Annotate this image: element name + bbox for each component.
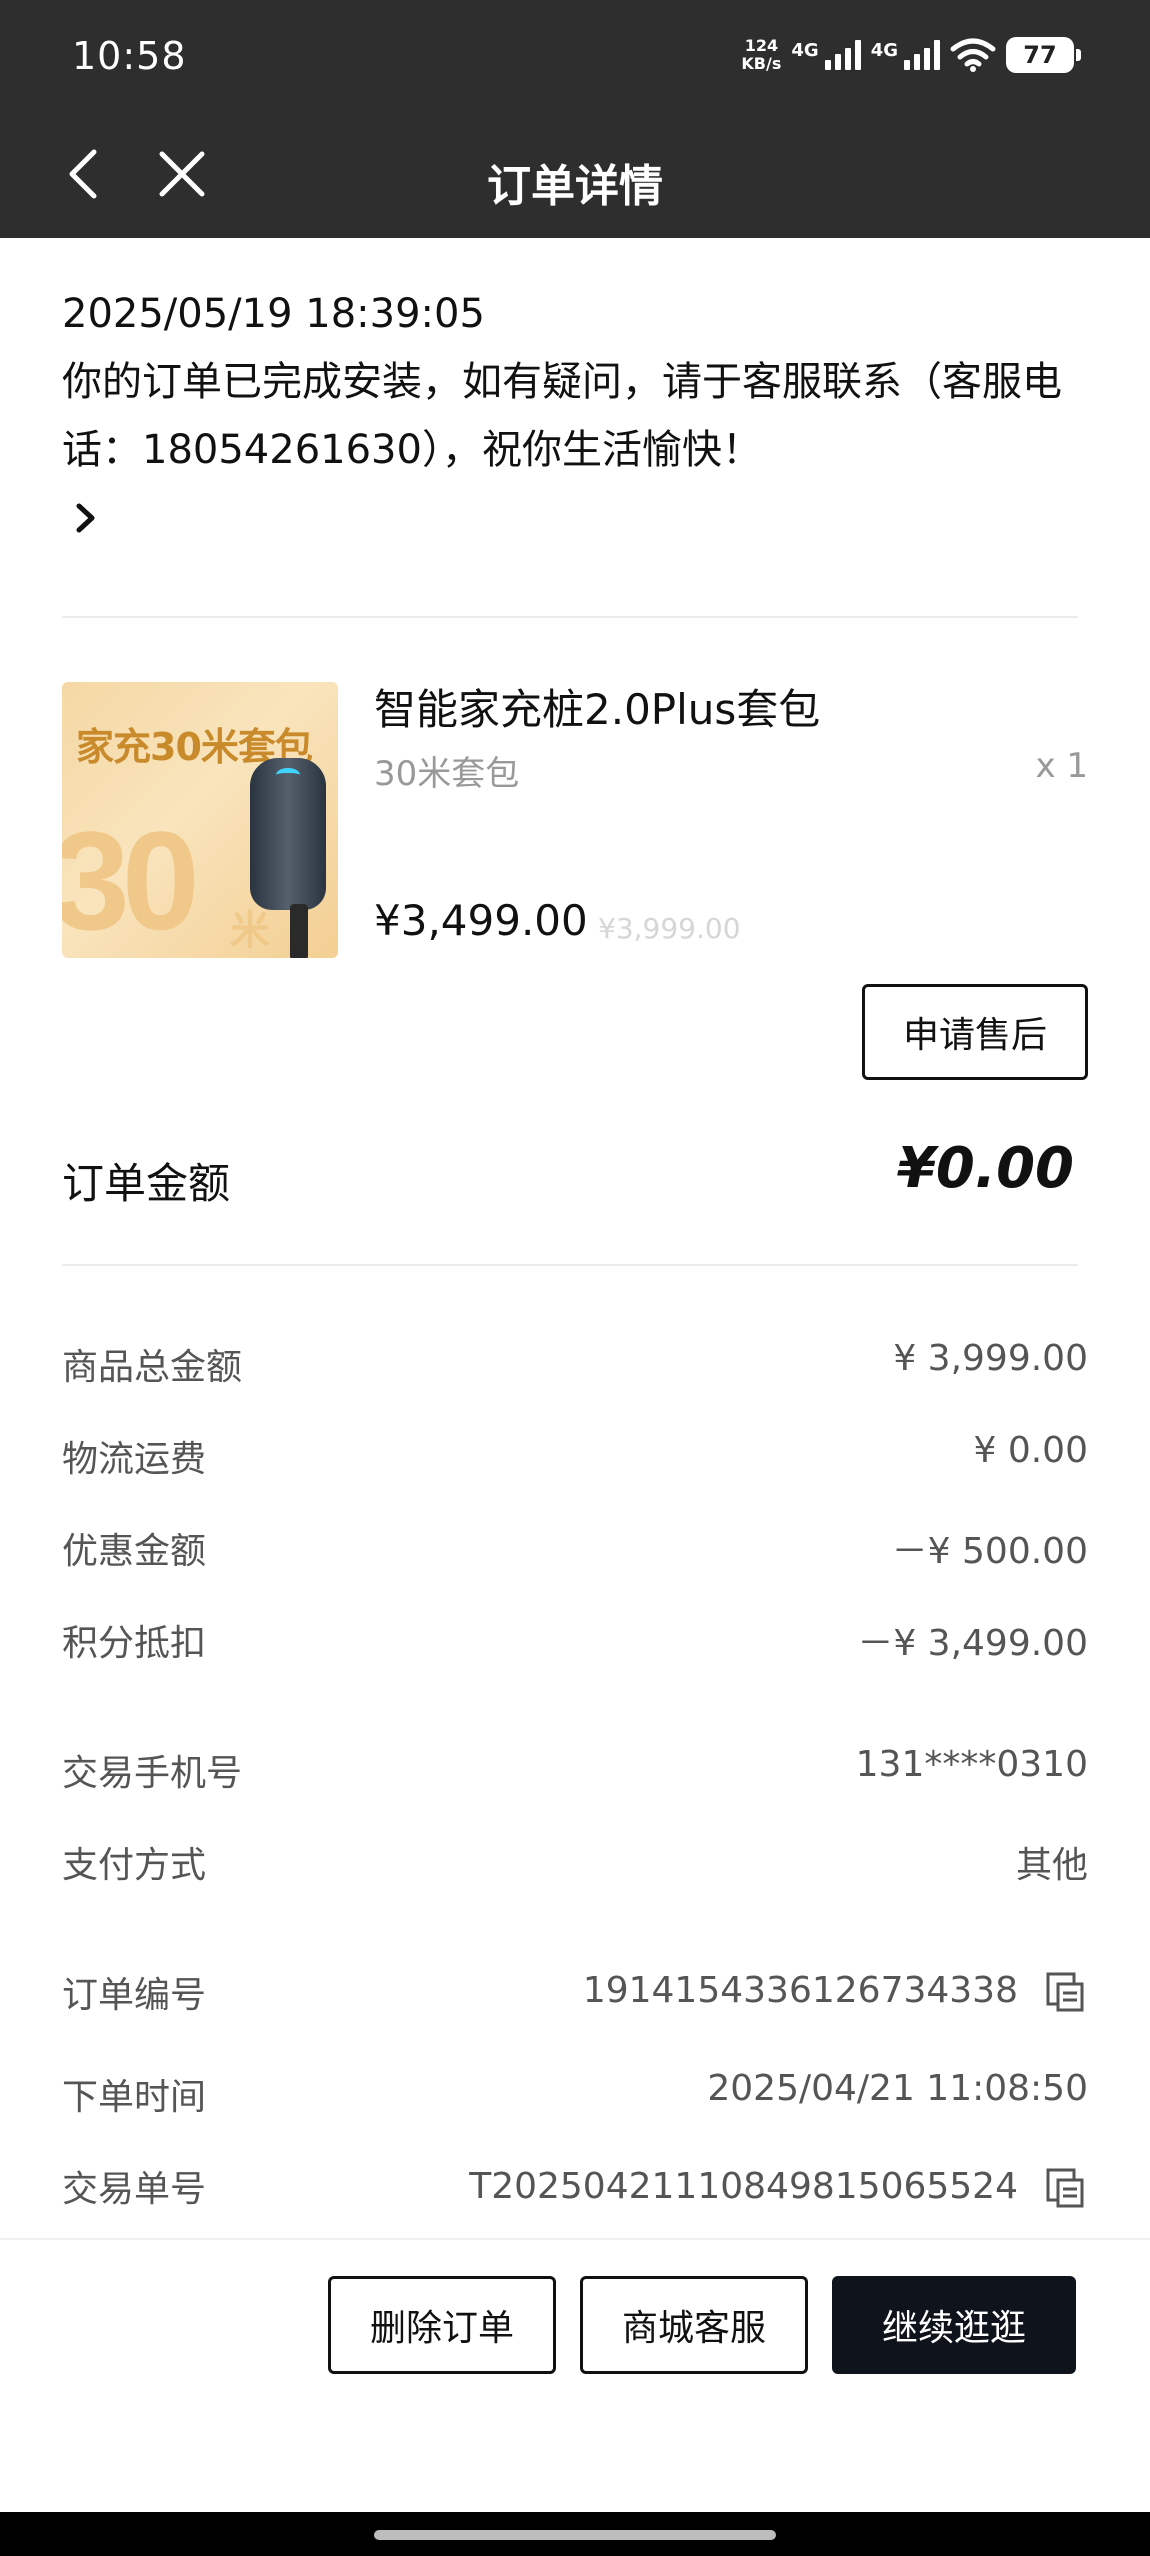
order-number-value: 1914154336126734338: [582, 1970, 1018, 2011]
status-icons: 124 KB/s 4G 4G 77: [741, 30, 1081, 80]
product-image[interactable]: 家充30米套包 30 米: [62, 682, 338, 958]
row-label: 积分抵扣: [62, 1623, 207, 1664]
copy-icon[interactable]: [1044, 1970, 1088, 2014]
row-label: 交易单号: [62, 2169, 207, 2210]
status-time: 10:58: [72, 34, 187, 78]
copy-icon[interactable]: [1044, 2166, 1088, 2210]
product-original-price: ¥3,999.00: [598, 912, 741, 945]
row-value: ¥ 3,999.00: [893, 1338, 1088, 1379]
after-sale-button[interactable]: 申请售后: [862, 984, 1088, 1080]
status-bar: 10:58 124 KB/s 4G 4G 77: [0, 0, 1150, 110]
charger-image: [250, 758, 326, 910]
notice-time: 2025/05/19 18:39:05: [62, 291, 485, 337]
gesture-area: [0, 2512, 1150, 2556]
row-label: 优惠金额: [62, 1531, 207, 1572]
customer-service-button[interactable]: 商城客服: [580, 2276, 808, 2374]
continue-shopping-button[interactable]: 继续逛逛: [832, 2276, 1076, 2374]
row-label: 订单编号: [62, 1975, 207, 2016]
payment-method-value: 其他: [1015, 1845, 1088, 1886]
transaction-number-value: T20250421110849815065524: [469, 2166, 1018, 2207]
row-value: －¥ 3,499.00: [857, 1623, 1088, 1664]
product-price: ¥3,499.00: [374, 896, 588, 945]
nav-bar: 订单详情: [0, 110, 1150, 238]
row-label: 商品总金额: [62, 1347, 243, 1388]
phone-value: 131****0310: [855, 1744, 1088, 1785]
product-spec: 30米套包: [374, 754, 520, 794]
product-name[interactable]: 智能家充桩2.0Plus套包: [374, 676, 820, 737]
row-value: －¥ 500.00: [891, 1531, 1088, 1572]
row-label: 物流运费: [62, 1439, 207, 1480]
network-speed: 124 KB/s: [741, 36, 782, 73]
signal-icon: 4G: [871, 40, 940, 70]
row-label: 下单时间: [62, 2077, 207, 2118]
product-quantity: x 1: [1035, 746, 1088, 786]
page-title: 订单详情: [487, 161, 663, 212]
notice-message: 你的订单已完成安装，如有疑问，请于客服联系（客服电话：18054261630），…: [62, 359, 1062, 473]
row-label: 支付方式: [62, 1845, 207, 1886]
delete-order-button[interactable]: 删除订单: [328, 2276, 556, 2374]
wifi-icon: [950, 38, 996, 72]
battery-icon: 77: [1006, 37, 1081, 73]
divider: [62, 616, 1078, 618]
row-value: ¥ 0.00: [973, 1430, 1088, 1471]
order-total-value: ¥0.00: [896, 1136, 1074, 1201]
bottom-action-bar: 删除订单 商城客服 继续逛逛: [0, 2238, 1150, 2512]
row-label: 交易手机号: [62, 1753, 243, 1794]
home-indicator[interactable]: [374, 2530, 776, 2540]
chevron-right-icon[interactable]: [68, 496, 104, 540]
divider: [62, 1264, 1078, 1266]
order-notice: 2025/05/19 18:39:05 你的订单已完成安装，如有疑问，请于客服联…: [62, 280, 1092, 484]
order-total-label: 订单金额: [62, 1159, 231, 1208]
order-time-value: 2025/04/21 11:08:50: [707, 2068, 1088, 2109]
signal-icon: 4G: [791, 40, 861, 70]
